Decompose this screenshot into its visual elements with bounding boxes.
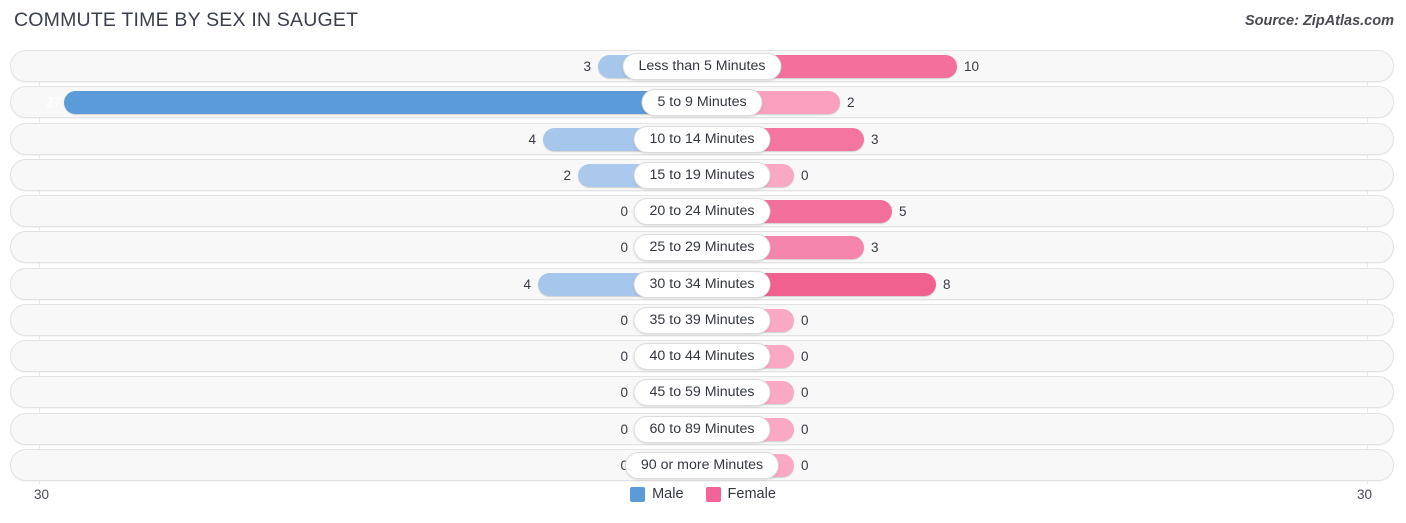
category-label: 30 to 34 Minutes — [633, 270, 771, 298]
table-row: 27 2 5 to 9 Minutes — [10, 86, 1394, 119]
value-female: 0 — [801, 312, 809, 328]
category-label: 20 to 24 Minutes — [633, 198, 771, 225]
category-label: 90 or more Minutes — [624, 451, 780, 479]
legend-label: Female — [727, 486, 776, 502]
category-label: 60 to 89 Minutes — [633, 415, 771, 443]
value-male: 0 — [620, 349, 628, 364]
row-bars: 0090 or more Minutes — [11, 450, 1393, 480]
category-label: Less than 5 Minutes — [622, 53, 782, 80]
chart-plot-area: 3 10 Less than 5 Minutes 27 2 5 to 9 Minutes 4… — [0, 50, 1406, 484]
table-row: 0 0 40 to 44 Minutes — [10, 340, 1394, 372]
table-row: 0 0 60 to 89 Minutes — [10, 412, 1394, 445]
legend-item[interactable]: Female — [705, 486, 776, 502]
table-row: 2 0 15 to 19 Minutes — [10, 158, 1394, 191]
source-attribution: Source: ZipAtlas.com — [1244, 13, 1394, 29]
category-label: 15 to 19 Minutes — [633, 161, 771, 189]
category-label: 45 to 59 Minutes — [633, 379, 771, 407]
value-male: 0 — [620, 312, 628, 328]
page-title: COMMUTE TIME BY SEX IN SAUGET — [14, 9, 359, 31]
value-male: 0 — [588, 450, 628, 481]
row-bars: 0 3 25 to 29 Minutes — [11, 232, 1393, 262]
table-row: 0090 or more Minutes — [10, 448, 1394, 481]
row-bars: 3 10 Less than 5 Minutes — [11, 51, 1393, 81]
value-male: 4 — [528, 131, 536, 147]
category-label: 35 to 39 Minutes — [633, 306, 771, 334]
legend-label: Male — [652, 486, 684, 502]
value-male: 4 — [523, 276, 531, 292]
table-row: 4 3 10 to 14 Minutes — [10, 122, 1394, 155]
category-label: 25 to 29 Minutes — [633, 234, 771, 262]
legend-item[interactable]: Male — [630, 486, 684, 502]
value-female: 0 — [801, 349, 809, 364]
row-bars: 2 0 15 to 19 Minutes — [11, 160, 1393, 190]
value-female: 8 — [943, 276, 951, 292]
value-male: 0 — [620, 240, 628, 256]
value-female: 0 — [801, 421, 809, 437]
table-row: 3 10 Less than 5 Minutes — [10, 50, 1394, 82]
value-male: 0 — [620, 204, 628, 219]
legend-swatch-icon — [630, 486, 646, 502]
value-male: 0 — [620, 421, 628, 437]
table-row: 0 0 35 to 39 Minutes — [10, 303, 1394, 336]
value-female: 2 — [847, 95, 855, 111]
row-bars: 27 2 5 to 9 Minutes — [11, 87, 1393, 117]
table-row: 4 8 30 to 34 Minutes — [10, 267, 1394, 300]
bar-male — [64, 91, 690, 115]
row-bars: 0 0 40 to 44 Minutes — [11, 341, 1393, 371]
row-bars: 0 0 35 to 39 Minutes — [11, 305, 1393, 335]
value-female: 0 — [801, 167, 809, 183]
value-female: 10 — [964, 59, 980, 74]
table-row: 0 0 45 to 59 Minutes — [10, 376, 1394, 409]
chart-legend: Male Female — [0, 486, 1406, 502]
row-bars: 0 0 60 to 89 Minutes — [11, 414, 1393, 444]
row-bars: 0 0 45 to 59 Minutes — [11, 377, 1393, 407]
value-male: 2 — [563, 167, 571, 183]
row-bars: 0 5 20 to 24 Minutes — [11, 196, 1393, 226]
category-label: 5 to 9 Minutes — [641, 89, 763, 117]
value-female: 0 — [801, 457, 809, 473]
value-female: 5 — [899, 204, 907, 219]
row-bars: 4 3 10 to 14 Minutes — [11, 124, 1393, 154]
legend-swatch-icon — [705, 486, 721, 502]
value-female: 0 — [801, 385, 809, 401]
table-row: 0 5 20 to 24 Minutes — [10, 195, 1394, 227]
row-bars: 4 8 30 to 34 Minutes — [11, 269, 1393, 299]
category-label: 40 to 44 Minutes — [633, 343, 771, 370]
value-male: 3 — [583, 59, 591, 74]
value-male: 0 — [620, 385, 628, 401]
value-female: 3 — [871, 131, 879, 147]
table-row: 0 3 25 to 29 Minutes — [10, 231, 1394, 264]
value-female: 3 — [871, 240, 879, 256]
category-label: 10 to 14 Minutes — [633, 125, 771, 153]
value-male: 27 — [46, 95, 62, 111]
